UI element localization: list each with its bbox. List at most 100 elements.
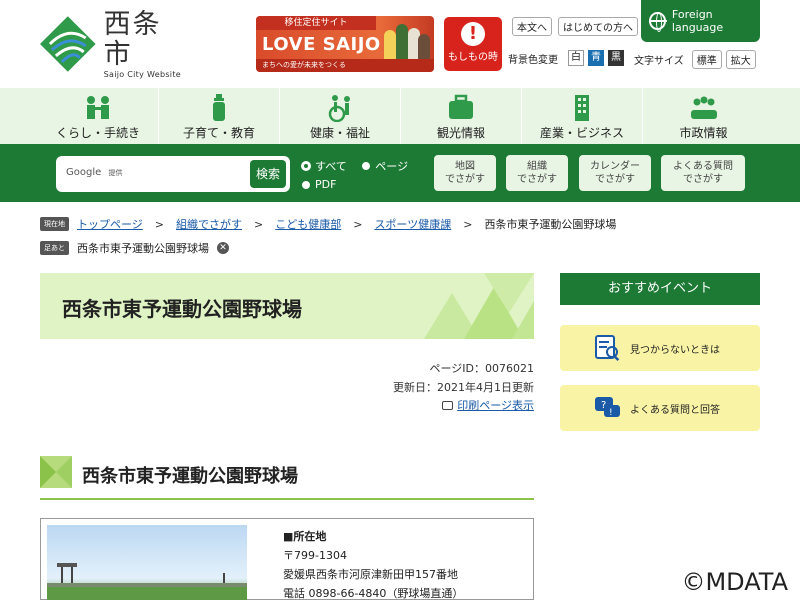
nav-item-business[interactable]: 産業・ビジネス — [522, 88, 643, 144]
baby-bottle-icon — [213, 94, 225, 121]
faq-icon: ? ! — [595, 397, 620, 418]
google-sub-label: 提供 — [108, 169, 123, 177]
emergency-label: もしもの時 — [448, 52, 498, 63]
search-document-icon — [595, 335, 620, 362]
first-time-link[interactable]: はじめての方へ — [558, 17, 638, 36]
sidebar-card-not-found[interactable]: 見つからないときは — [560, 325, 760, 371]
banner-main-label: LOVE SAIJO — [262, 34, 381, 55]
section-heading: 西条市東予運動公園野球場 — [40, 456, 534, 500]
radio-icon — [302, 180, 310, 189]
radio-icon — [362, 162, 371, 170]
nav-item-government[interactable]: 市政情報 — [643, 88, 764, 144]
breadcrumb: 現在地 トップページ > 組織でさがす > こども健康部 > スポーツ健康課 >… — [40, 216, 616, 232]
history-trail: 足あと 西条市東予運動公園野球場 ✕ — [40, 240, 229, 256]
font-size-setting: 文字サイズ 標準 拡大 — [634, 50, 756, 69]
bg-color-label: 背景色変更 — [508, 54, 558, 66]
nav-label: 観光情報 — [436, 126, 485, 140]
stadium-illustration — [47, 563, 247, 600]
group-icon — [690, 96, 717, 119]
breadcrumb-separator: > — [154, 217, 164, 231]
sidebar-card-label: よくある質問と回答 — [630, 404, 720, 416]
page-title-banner: 西条市東予運動公園野球場 — [40, 273, 534, 339]
bg-white-button[interactable]: 白 — [568, 50, 584, 66]
nav-item-tourism[interactable]: 観光情報 — [401, 88, 522, 144]
google-branding: Google 提供 — [66, 167, 122, 178]
banner-people-image — [384, 22, 430, 60]
banner-sub-label: まちへの愛が未来をつくる — [256, 59, 434, 72]
breadcrumb-link[interactable]: スポーツ健康課 — [374, 216, 451, 232]
breadcrumb-tag: 現在地 — [40, 217, 69, 231]
exclamation-icon: ! — [461, 22, 485, 46]
close-icon[interactable]: ✕ — [217, 242, 229, 254]
suitcase-icon — [449, 94, 473, 119]
scope-page-label: ページ — [375, 160, 409, 173]
history-tag: 足あと — [40, 241, 69, 255]
scope-all-label: すべて — [315, 160, 347, 173]
find-by-organization-button[interactable]: 組織 でさがす — [506, 155, 568, 191]
breadcrumb-current: 西条市東予運動公園野球場 — [484, 218, 617, 231]
finder-line2: でさがす — [517, 174, 557, 185]
finder-line1: 地図 — [455, 161, 475, 172]
love-saijo-banner[interactable]: 移住定住サイト LOVE SAIJO まちへの愛が未来をつくる — [256, 16, 434, 72]
font-standard-button[interactable]: 標準 — [691, 50, 722, 69]
bg-black-button[interactable]: 黒 — [608, 50, 624, 66]
logo-title: 西条市 — [103, 8, 162, 70]
breadcrumb-separator: > — [254, 217, 264, 231]
scope-all-radio[interactable]: すべて — [302, 158, 347, 174]
breadcrumb-link[interactable]: トップページ — [77, 216, 143, 232]
facility-info-text: ■所在地 〒799-1304 愛媛県西条市河原津新田甲157番地 電話 0898… — [283, 527, 463, 600]
breadcrumb-separator: > — [463, 217, 473, 231]
finder-line2: でさがす — [445, 174, 485, 185]
info-heading: ■所在地 — [283, 530, 327, 543]
print-page-link[interactable]: 印刷ページ表示 — [457, 399, 534, 412]
nav-label: 産業・ビジネス — [539, 126, 624, 140]
updated-date: 更新日：2021年4月1日更新 — [393, 381, 534, 394]
find-by-map-button[interactable]: 地図 でさがす — [434, 155, 496, 191]
triangle-pattern-decoration — [424, 273, 534, 339]
sidebar-heading: おすすめイベント — [560, 273, 760, 305]
globe-icon — [649, 12, 667, 32]
bg-blue-button[interactable]: 青 — [588, 50, 604, 66]
find-by-calendar-button[interactable]: カレンダー でさがす — [579, 155, 651, 191]
scope-pdf-radio[interactable]: PDF — [302, 178, 336, 191]
info-postal: 〒799-1304 — [283, 549, 347, 562]
emergency-button[interactable]: ! もしもの時 — [444, 17, 502, 71]
scope-page-radio[interactable]: ページ — [362, 158, 408, 174]
section-marker-icon — [40, 456, 72, 488]
wheelchair-icon — [328, 95, 350, 122]
search-scope: すべて ページ PDF — [302, 158, 420, 195]
finder-line2: でさがす — [683, 174, 723, 185]
nav-item-living[interactable]: くらし・手続き — [38, 88, 159, 144]
sidebar-card-label: 見つからないときは — [630, 344, 720, 356]
sidebar-card-faq[interactable]: ? ! よくある質問と回答 — [560, 385, 760, 431]
print-row: 印刷ページ表示 — [442, 397, 534, 413]
nav-item-health[interactable]: 健康・福祉 — [280, 88, 401, 144]
page-title: 西条市東予運動公園野球場 — [62, 297, 302, 321]
section-title: 西条市東予運動公園野球場 — [82, 466, 298, 487]
svg-text:!: ! — [609, 408, 613, 418]
find-by-faq-button[interactable]: よくある質問 でさがす — [661, 155, 745, 191]
font-size-label: 文字サイズ — [634, 56, 684, 67]
finder-line1: カレンダー — [590, 161, 640, 172]
people-icon — [87, 96, 109, 119]
logo-subtitle: Saijo City Website — [103, 69, 181, 79]
search-button[interactable]: 検索 — [250, 160, 286, 188]
foreign-language-button[interactable]: Foreign language — [641, 0, 760, 42]
nav-label: くらし・手続き — [55, 126, 140, 140]
breadcrumb-link[interactable]: こども健康部 — [275, 216, 341, 232]
font-large-button[interactable]: 拡大 — [725, 50, 756, 69]
history-item[interactable]: 西条市東予運動公園野球場 — [77, 240, 209, 256]
foreign-language-label: Foreign language — [671, 8, 724, 34]
site-logo[interactable]: 西条市 Saijo City Website — [40, 9, 190, 79]
finder-line2: でさがす — [595, 174, 635, 185]
info-phone: 電話 0898-66-4840（野球場直通） — [283, 587, 464, 600]
breadcrumb-link[interactable]: 組織でさがす — [176, 216, 242, 232]
skip-to-content-link[interactable]: 本文へ — [512, 17, 552, 36]
nav-label: 子育て・教育 — [182, 126, 255, 140]
breadcrumb-separator: > — [353, 217, 363, 231]
nav-label: 健康・福祉 — [309, 126, 370, 140]
nav-item-childcare[interactable]: 子育て・教育 — [159, 88, 280, 144]
search-input[interactable]: Google 提供 検索 — [56, 156, 290, 192]
saijo-logo-mark — [40, 16, 96, 72]
search-bar: Google 提供 検索 すべて ページ PDF 地図 でさがす 組織 でさがす… — [0, 144, 800, 202]
